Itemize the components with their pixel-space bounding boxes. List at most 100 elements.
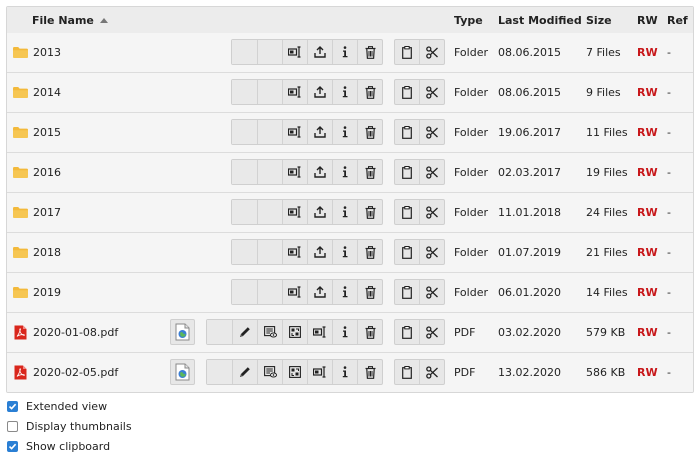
cut-button[interactable]: [419, 280, 444, 304]
copy-to-clipboard-button[interactable]: [395, 40, 419, 64]
cut-button[interactable]: [419, 40, 444, 64]
replace-button[interactable]: [282, 360, 307, 384]
info-button[interactable]: [332, 200, 357, 224]
upload-button[interactable]: [307, 200, 332, 224]
display-thumbnails-checkbox[interactable]: [7, 420, 18, 432]
info-button[interactable]: [332, 40, 357, 64]
cut-button[interactable]: [419, 120, 444, 144]
edit-button[interactable]: [232, 360, 257, 384]
delete-button[interactable]: [357, 40, 382, 64]
column-header-last-modified[interactable]: Last Modified: [498, 7, 582, 33]
edit-button[interactable]: [232, 320, 257, 344]
file-name-cell[interactable]: 2013: [13, 33, 173, 72]
file-name-cell[interactable]: 2020-02-05.pdf: [13, 353, 173, 392]
file-name-link[interactable]: 2015: [33, 126, 61, 139]
rename-button[interactable]: [307, 360, 332, 384]
rename-button[interactable]: [282, 40, 307, 64]
column-header-ref[interactable]: Ref: [667, 7, 688, 33]
info-button[interactable]: [332, 160, 357, 184]
delete-button[interactable]: [357, 320, 382, 344]
upload-button[interactable]: [307, 120, 332, 144]
view-file-button[interactable]: [171, 320, 194, 344]
table-row[interactable]: 2020-01-08.pdf PDF 03.02.2020 579 KB RW -: [7, 312, 693, 352]
upload-button[interactable]: [307, 160, 332, 184]
file-name-cell[interactable]: 2019: [13, 273, 173, 312]
table-row[interactable]: 2020-02-05.pdf PDF 13.02.2020 586 KB RW -: [7, 352, 693, 392]
option-display-thumbnails[interactable]: Display thumbnails: [7, 416, 132, 436]
cut-button[interactable]: [419, 360, 444, 384]
table-row[interactable]: 2018 Folder 01.07.2019 21 Files RW -: [7, 232, 693, 272]
edit-metadata-button[interactable]: [257, 320, 282, 344]
copy-to-clipboard-button[interactable]: [395, 280, 419, 304]
delete-button[interactable]: [357, 120, 382, 144]
delete-button[interactable]: [357, 80, 382, 104]
copy-to-clipboard-button[interactable]: [395, 160, 419, 184]
copy-to-clipboard-button[interactable]: [395, 360, 419, 384]
replace-button[interactable]: [282, 320, 307, 344]
column-header-rw[interactable]: RW: [637, 7, 658, 33]
rename-button[interactable]: [307, 320, 332, 344]
rename-button[interactable]: [282, 240, 307, 264]
file-name-link[interactable]: 2016: [33, 166, 61, 179]
table-row[interactable]: 2015 Folder 19.06.2017 11 Files RW -: [7, 112, 693, 152]
file-name-link[interactable]: 2013: [33, 46, 61, 59]
info-button[interactable]: [332, 240, 357, 264]
cut-button[interactable]: [419, 320, 444, 344]
copy-to-clipboard-button[interactable]: [395, 240, 419, 264]
table-row[interactable]: 2014 Folder 08.06.2015 9 Files RW -: [7, 72, 693, 112]
info-button[interactable]: [332, 120, 357, 144]
cut-button[interactable]: [419, 200, 444, 224]
file-name-link[interactable]: 2019: [33, 286, 61, 299]
column-header-file-name[interactable]: File Name: [32, 7, 192, 33]
edit-metadata-button[interactable]: [257, 360, 282, 384]
file-name-cell[interactable]: 2017: [13, 193, 173, 232]
file-name-link[interactable]: 2017: [33, 206, 61, 219]
file-name-link[interactable]: 2018: [33, 246, 61, 259]
table-row[interactable]: 2017 Folder 11.01.2018 24 Files RW -: [7, 192, 693, 232]
rename-button[interactable]: [282, 120, 307, 144]
copy-to-clipboard-button[interactable]: [395, 200, 419, 224]
view-file-button[interactable]: [171, 360, 194, 384]
file-name-cell[interactable]: 2018: [13, 233, 173, 272]
show-clipboard-checkbox[interactable]: [7, 440, 18, 452]
upload-button[interactable]: [307, 280, 332, 304]
table-row[interactable]: 2019 Folder 06.01.2020 14 Files RW -: [7, 272, 693, 312]
file-name-cell[interactable]: 2015: [13, 113, 173, 152]
delete-button[interactable]: [357, 240, 382, 264]
file-name-link[interactable]: 2020-01-08.pdf: [33, 326, 118, 339]
delete-button[interactable]: [357, 160, 382, 184]
sort-ascending-icon[interactable]: [99, 17, 108, 23]
upload-button[interactable]: [307, 240, 332, 264]
upload-button[interactable]: [307, 40, 332, 64]
info-button[interactable]: [332, 360, 357, 384]
info-button[interactable]: [332, 320, 357, 344]
delete-button[interactable]: [357, 280, 382, 304]
table-row[interactable]: 2016 Folder 02.03.2017 19 Files RW -: [7, 152, 693, 192]
rename-button[interactable]: [282, 160, 307, 184]
file-name-link[interactable]: 2020-02-05.pdf: [33, 366, 118, 379]
cut-button[interactable]: [419, 240, 444, 264]
copy-to-clipboard-button[interactable]: [395, 120, 419, 144]
column-header-size[interactable]: Size: [586, 7, 612, 33]
option-show-clipboard[interactable]: Show clipboard: [7, 436, 132, 456]
info-button[interactable]: [332, 80, 357, 104]
rename-button[interactable]: [282, 280, 307, 304]
rename-button[interactable]: [282, 200, 307, 224]
copy-to-clipboard-button[interactable]: [395, 320, 419, 344]
file-name-cell[interactable]: 2016: [13, 153, 173, 192]
extended-view-checkbox[interactable]: [7, 400, 18, 412]
cut-button[interactable]: [419, 160, 444, 184]
file-name-cell[interactable]: 2014: [13, 73, 173, 112]
rename-button[interactable]: [282, 80, 307, 104]
file-name-link[interactable]: 2014: [33, 86, 61, 99]
table-row[interactable]: 2013 Folder 08.06.2015 7 Files RW -: [7, 33, 693, 72]
upload-button[interactable]: [307, 80, 332, 104]
cut-button[interactable]: [419, 80, 444, 104]
file-name-cell[interactable]: 2020-01-08.pdf: [13, 313, 173, 352]
delete-button[interactable]: [357, 200, 382, 224]
option-extended-view[interactable]: Extended view: [7, 396, 132, 416]
column-header-type[interactable]: Type: [454, 7, 483, 33]
delete-button[interactable]: [357, 360, 382, 384]
info-button[interactable]: [332, 280, 357, 304]
copy-to-clipboard-button[interactable]: [395, 80, 419, 104]
